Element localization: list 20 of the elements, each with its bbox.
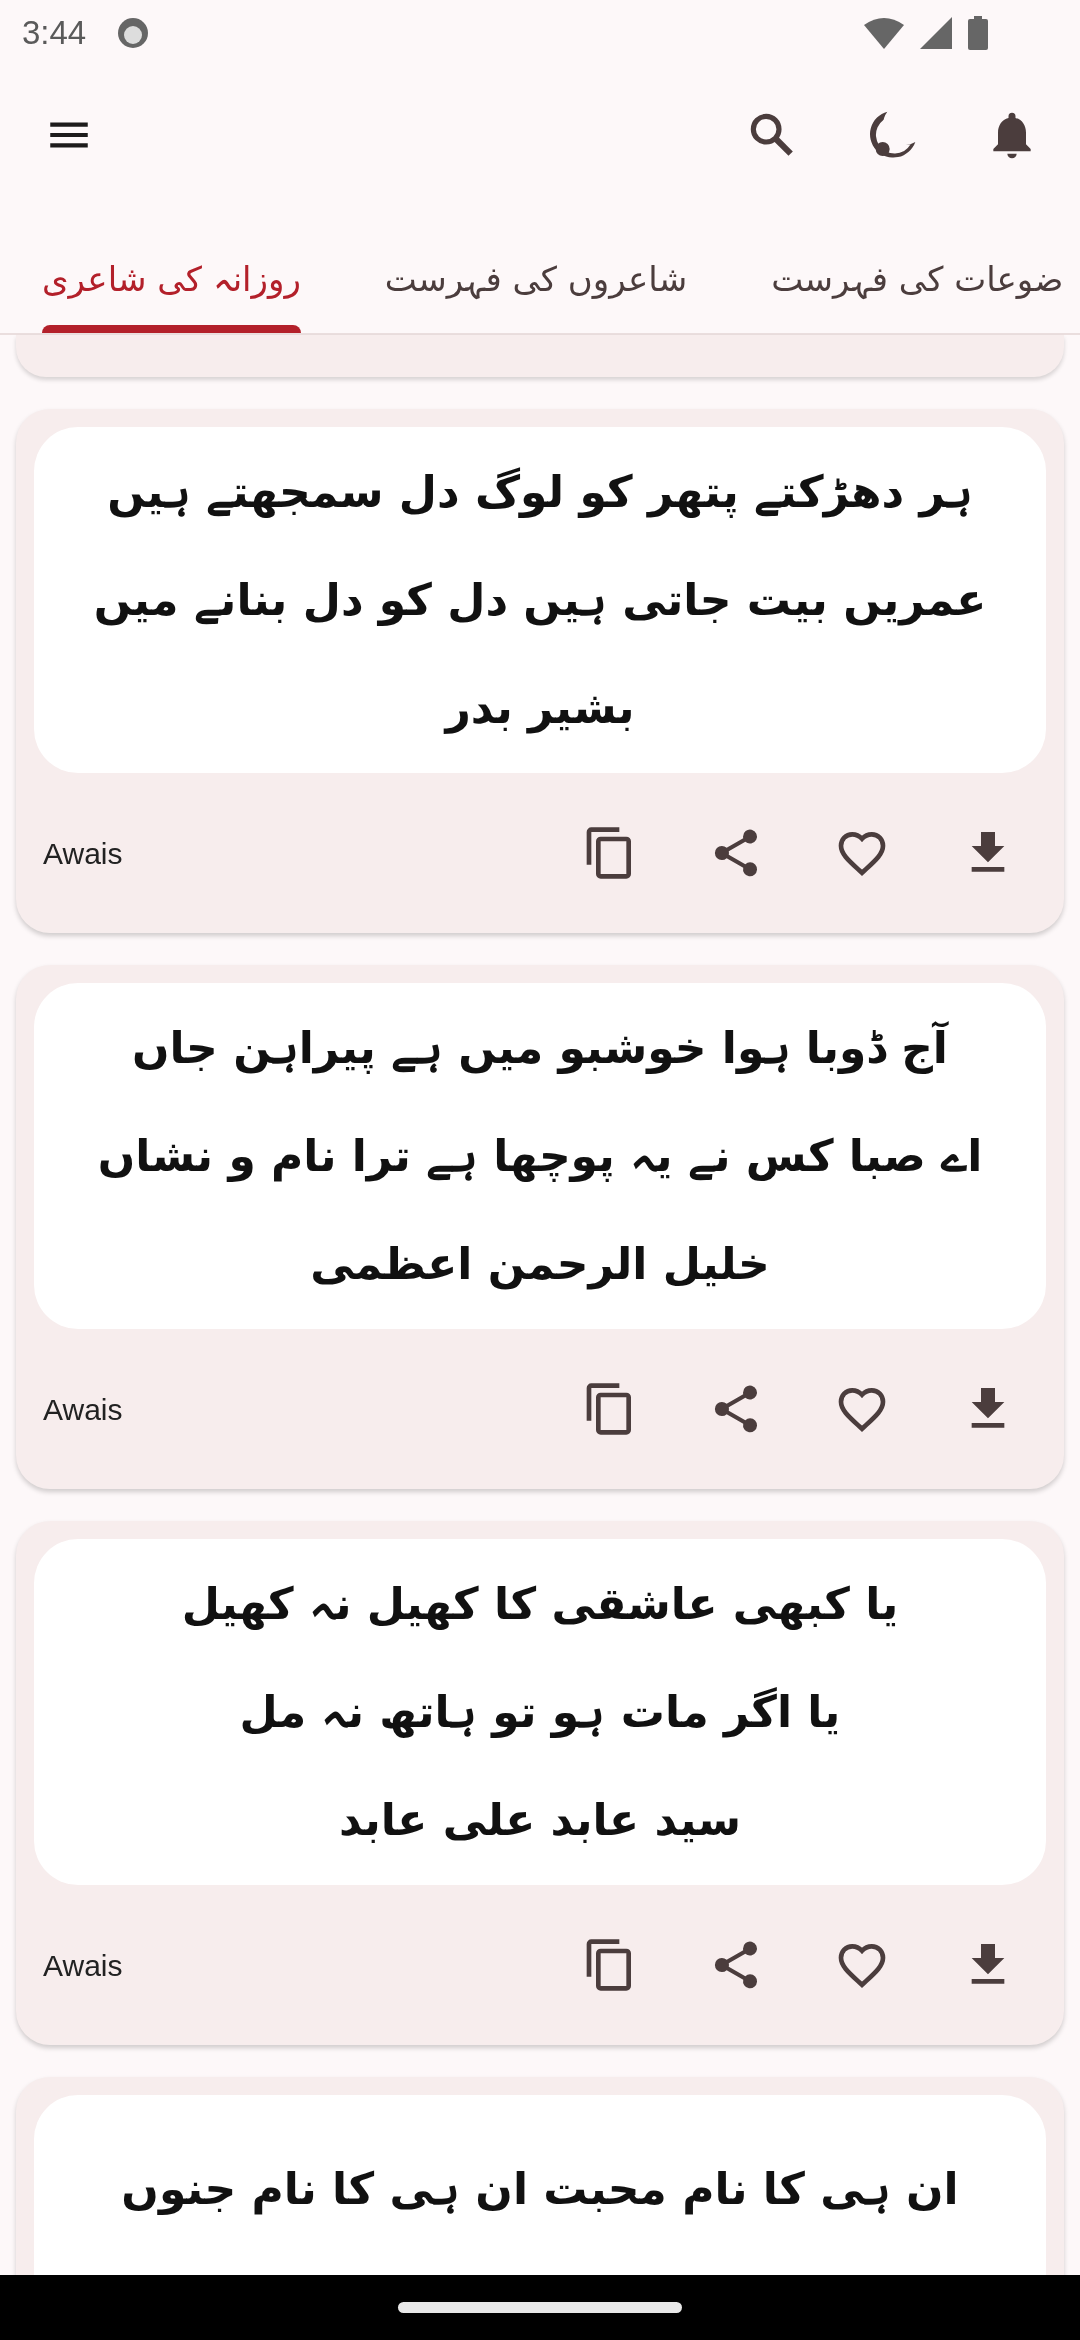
username: Awais	[42, 1947, 123, 1984]
poem-line: بشیر بدر	[445, 681, 635, 736]
poem-line: آج ڈوبا ہوا خوشبو میں ہے پیراہن جاں	[132, 1020, 948, 1076]
poem-line: ہر دھڑکتے پتھر کو لوگ دل سمجھتے ہیں	[107, 465, 973, 520]
poem-line: یا اگر مات ہو تو ہاتھ نہ مل	[239, 1685, 841, 1740]
signal-icon	[920, 16, 952, 49]
poem-line: اے صبا کس نے یہ پوچھا ہے ترا نام و نشاں	[97, 1129, 983, 1184]
wifi-icon	[864, 16, 904, 49]
tab[interactable]: روزانہ کی شاعری	[0, 254, 343, 333]
tab[interactable]: شاعروں کی فہرست	[342, 254, 730, 333]
status-time: 3:44	[22, 12, 87, 53]
poem-line: سید عابد علی عابد	[338, 1793, 742, 1847]
poem-line: خلیل الرحمن اعظمی	[310, 1237, 770, 1292]
username: Awais	[42, 835, 123, 872]
poem-line: عمریں بیت جاتی ہیں دل کو دل بنانے میں	[93, 573, 987, 628]
battery-icon	[968, 15, 988, 50]
poem-line: ان ہی کا نام محبت ان ہی کا نام جنوں	[121, 2162, 959, 2217]
tab[interactable]: ضوعات کی فہرست	[729, 254, 1080, 333]
username: Awais	[42, 1391, 123, 1428]
poem-line: یا کبھی عاشقی کا کھیل نہ کھیل	[181, 1577, 899, 1632]
